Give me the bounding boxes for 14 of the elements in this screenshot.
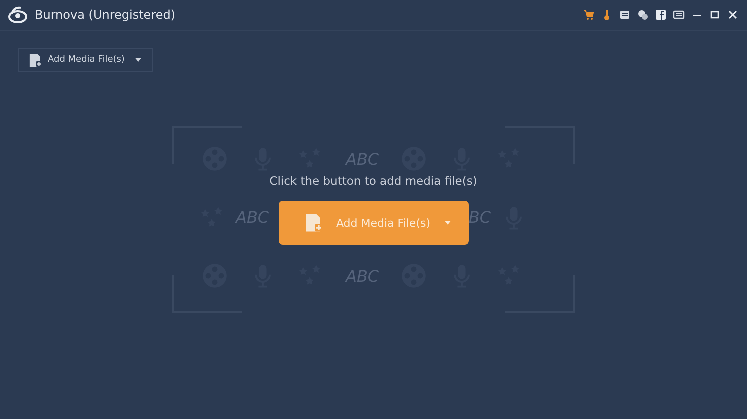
close-icon[interactable]	[727, 9, 739, 21]
maximize-icon[interactable]	[709, 9, 721, 21]
file-add-icon	[29, 52, 42, 68]
cart-icon[interactable]	[583, 9, 595, 21]
document-icon[interactable]	[619, 9, 631, 21]
add-media-prompt: Click the button to add media file(s)	[270, 174, 478, 188]
window-title: Burnova (Unregistered)	[35, 8, 176, 22]
caret-icon	[134, 58, 142, 62]
disc-logo-icon	[8, 5, 28, 25]
add-media-button[interactable]: Add Media File(s)	[18, 48, 153, 72]
file-add-icon	[304, 213, 322, 233]
chat-icon[interactable]	[637, 9, 649, 21]
facebook-icon[interactable]	[655, 9, 667, 21]
caret-icon	[444, 221, 450, 225]
